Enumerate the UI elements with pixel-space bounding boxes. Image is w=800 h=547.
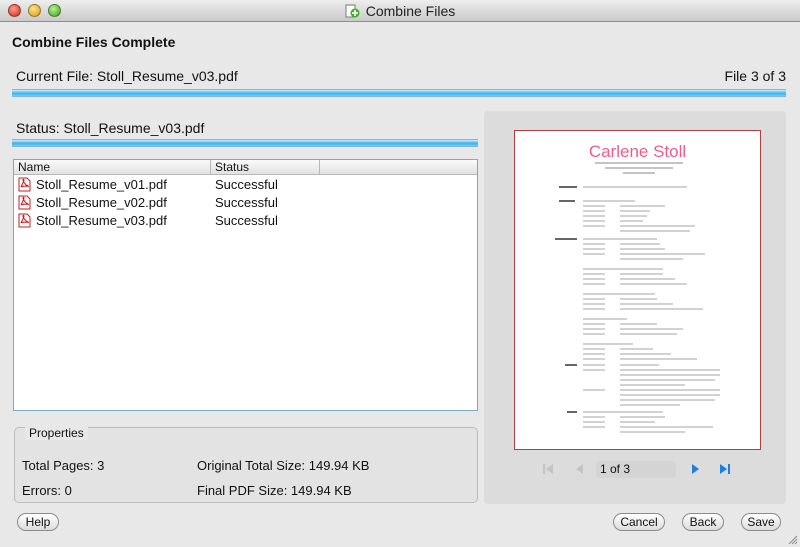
file-name: Stoll_Resume_v01.pdf xyxy=(36,176,167,192)
file-list-header: Name Status xyxy=(14,160,477,175)
next-page-icon[interactable] xyxy=(687,461,703,477)
resize-grip-icon[interactable] xyxy=(786,533,798,545)
file-status: Successful xyxy=(215,176,278,192)
pdf-file-icon xyxy=(18,195,31,209)
file-name: Stoll_Resume_v03.pdf xyxy=(36,212,167,228)
cancel-button[interactable]: Cancel xyxy=(613,513,665,531)
resume-body-text xyxy=(555,162,720,433)
file-count-label: File 3 of 3 xyxy=(724,68,786,84)
overall-progress-bar xyxy=(12,89,786,97)
pdf-file-icon xyxy=(18,213,31,227)
total-pages: Total Pages: 3 xyxy=(22,458,105,473)
file-status: Successful xyxy=(215,194,278,210)
column-header-name[interactable]: Name xyxy=(14,160,211,174)
help-button[interactable]: Help xyxy=(17,513,59,531)
current-file-label: Current File: Stoll_Resume_v03.pdf xyxy=(16,68,238,84)
table-row[interactable]: Stoll_Resume_v02.pdf Successful xyxy=(14,193,477,211)
column-header-status[interactable]: Status xyxy=(211,160,320,174)
file-name-cell: Stoll_Resume_v03.pdf xyxy=(14,213,211,228)
combine-files-icon xyxy=(345,4,360,17)
page-number-field[interactable]: 1 of 3 xyxy=(596,461,676,478)
pdf-preview-panel: Carlene Stoll 1 of 3 xyxy=(484,111,786,504)
properties-box: Properties Total Pages: 3 Original Total… xyxy=(14,426,478,503)
preview-page: Carlene Stoll xyxy=(514,130,761,450)
page-title: Combine Files Complete xyxy=(12,34,176,50)
window-title: Combine Files xyxy=(365,3,456,19)
original-total-size: Original Total Size: 149.94 KB xyxy=(197,458,370,473)
table-row[interactable]: Stoll_Resume_v01.pdf Successful xyxy=(14,175,477,193)
file-status: Successful xyxy=(215,212,278,228)
last-page-icon[interactable] xyxy=(717,461,733,477)
previous-page-icon[interactable] xyxy=(572,461,588,477)
errors-count: Errors: 0 xyxy=(22,483,72,498)
save-button[interactable]: Save xyxy=(741,513,781,531)
properties-title: Properties xyxy=(25,426,88,440)
table-row[interactable]: Stoll_Resume_v03.pdf Successful xyxy=(14,211,477,229)
file-name-cell: Stoll_Resume_v02.pdf xyxy=(14,195,211,210)
status-label: Status: Stoll_Resume_v03.pdf xyxy=(16,120,205,136)
file-name-cell: Stoll_Resume_v01.pdf xyxy=(14,177,211,192)
window-title-area: Combine Files xyxy=(0,0,800,22)
final-pdf-size: Final PDF Size: 149.94 KB xyxy=(197,483,352,498)
title-bar[interactable]: Combine Files xyxy=(0,0,800,22)
pdf-file-icon xyxy=(18,177,31,191)
back-button[interactable]: Back xyxy=(682,513,724,531)
file-progress-bar xyxy=(12,139,478,147)
file-name: Stoll_Resume_v02.pdf xyxy=(36,194,167,210)
file-list[interactable]: Name Status Stoll_Resume_v01.pdf Success… xyxy=(13,159,478,411)
page-navigation: 1 of 3 xyxy=(484,457,786,481)
first-page-icon[interactable] xyxy=(540,461,556,477)
